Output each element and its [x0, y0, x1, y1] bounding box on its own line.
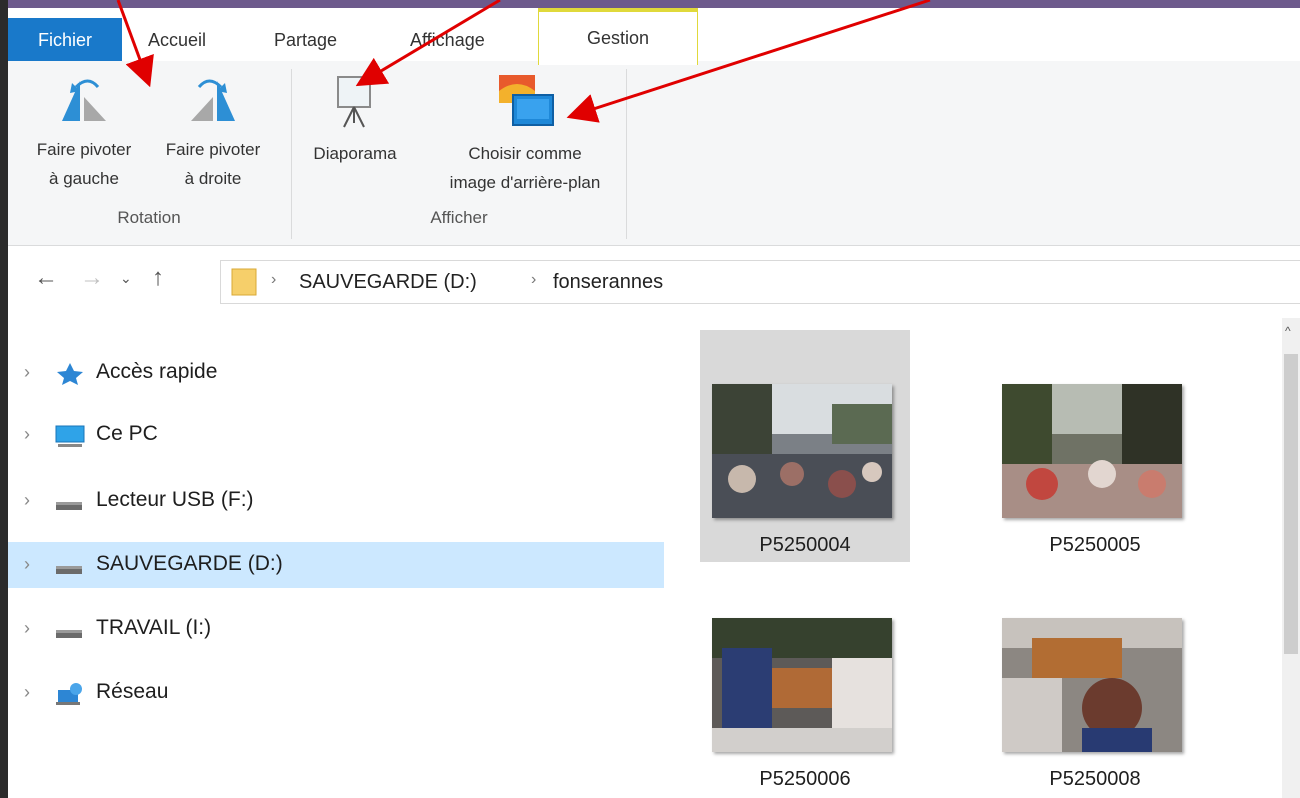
- nav-item-travail[interactable]: › TRAVAIL (I:): [8, 606, 664, 652]
- tab-share[interactable]: Partage: [274, 18, 337, 62]
- group-afficher: Diaporama Choisir comme image d'arrière-…: [292, 61, 626, 245]
- address-bar[interactable]: › SAUVEGARDE (D:) › fonserannes: [220, 260, 1300, 304]
- group-afficher-label: Afficher: [430, 208, 488, 227]
- tab-home[interactable]: Accueil: [148, 18, 206, 62]
- nav-item-quick-access[interactable]: › Accès rapide: [8, 350, 664, 396]
- up-icon[interactable]: ↑: [152, 264, 164, 292]
- photo-thumbnail: [1002, 384, 1182, 518]
- ribbon-panel: Faire pivoter à gauche Faire pivoter à d…: [8, 61, 1300, 246]
- photo-thumbnail: [1002, 618, 1182, 752]
- forward-icon[interactable]: →: [80, 264, 104, 292]
- drive-icon: [56, 630, 82, 638]
- breadcrumb-separator-icon: ›: [531, 271, 537, 288]
- title-strip: [8, 0, 1300, 8]
- explorer-window: Fichier Accueil Partage Affichage Gestio…: [8, 0, 1300, 798]
- wallpaper-icon: [499, 75, 554, 126]
- set-wallpaper-button[interactable]: Choisir comme image d'arrière-plan: [430, 73, 620, 197]
- expand-icon[interactable]: ›: [24, 554, 30, 575]
- drive-icon: [56, 502, 82, 510]
- file-tile[interactable]: P5250008: [990, 564, 1200, 796]
- breadcrumb-separator-icon: ›: [271, 271, 277, 288]
- expand-icon[interactable]: ›: [24, 424, 30, 445]
- recent-dropdown-icon[interactable]: ⌄: [120, 270, 132, 287]
- rotate-right-label-1: Faire pivoter: [165, 140, 261, 159]
- nav-label: Ce PC: [96, 422, 158, 445]
- navigation-pane: › Accès rapide › Ce PC › Lecteur USB (F:…: [8, 318, 666, 798]
- rotate-right-button[interactable]: Faire pivoter à droite: [148, 73, 278, 193]
- expand-icon[interactable]: ›: [24, 618, 30, 639]
- nav-label: SAUVEGARDE (D:): [96, 552, 283, 575]
- photo-thumbnail: [712, 618, 892, 752]
- rotate-right-label-2: à droite: [184, 169, 242, 188]
- expand-icon[interactable]: ›: [24, 362, 30, 383]
- nav-item-this-pc[interactable]: › Ce PC: [8, 412, 664, 458]
- network-icon: [56, 683, 82, 705]
- slideshow-label: Diaporama: [313, 144, 397, 163]
- slideshow-icon: [337, 76, 371, 128]
- file-name: P5250006: [759, 768, 851, 790]
- ribbon-tabs: Fichier Accueil Partage Affichage Gestio…: [8, 8, 1300, 69]
- file-name: P5250008: [1049, 768, 1141, 790]
- nav-item-network[interactable]: › Réseau: [8, 670, 664, 716]
- expand-icon[interactable]: ›: [24, 682, 30, 703]
- nav-label: Accès rapide: [96, 360, 218, 383]
- nav-item-usb-drive[interactable]: › Lecteur USB (F:): [8, 478, 664, 524]
- file-tile[interactable]: P5250004: [700, 330, 910, 562]
- group-rotation-label: Rotation: [117, 208, 181, 227]
- computer-icon: [55, 425, 85, 447]
- wallpaper-label-2: image d'arrière-plan: [449, 173, 601, 192]
- star-icon: [57, 363, 83, 385]
- rotate-left-button[interactable]: Faire pivoter à gauche: [20, 73, 148, 193]
- expand-icon[interactable]: ›: [24, 490, 30, 511]
- photo-thumbnail: [712, 384, 892, 518]
- back-icon[interactable]: ←: [34, 264, 58, 292]
- file-tile[interactable]: P5250005: [990, 330, 1200, 562]
- scrollbar-thumb[interactable]: [1284, 354, 1298, 654]
- file-list: P5250004 P5250005 P5250006 P5250008: [668, 318, 1282, 798]
- scroll-up-icon[interactable]: ^: [1285, 324, 1291, 338]
- slideshow-button[interactable]: Diaporama: [300, 73, 410, 168]
- file-name: P5250005: [1049, 534, 1141, 556]
- nav-label: TRAVAIL (I:): [96, 616, 212, 639]
- rotate-left-label-2: à gauche: [49, 169, 119, 188]
- nav-item-sauvegarde[interactable]: › SAUVEGARDE (D:): [8, 542, 664, 588]
- group-separator: [626, 69, 627, 239]
- folder-icon: [231, 268, 257, 296]
- nav-label: Lecteur USB (F:): [96, 488, 254, 511]
- nav-label: Réseau: [96, 680, 169, 703]
- rotate-left-icon: [62, 79, 106, 121]
- file-tile[interactable]: P5250006: [700, 564, 910, 796]
- tab-manage[interactable]: Gestion: [538, 8, 698, 65]
- tab-file[interactable]: Fichier: [8, 18, 122, 62]
- rotate-left-label-1: Faire pivoter: [36, 140, 132, 159]
- wallpaper-label-1: Choisir comme: [468, 144, 582, 163]
- rotate-right-icon: [191, 79, 235, 121]
- tab-view[interactable]: Affichage: [410, 18, 485, 62]
- breadcrumb-folder[interactable]: fonserannes: [553, 271, 663, 294]
- group-rotation: Faire pivoter à gauche Faire pivoter à d…: [8, 61, 290, 245]
- vertical-scrollbar[interactable]: ^: [1282, 318, 1300, 798]
- address-row: ← → ⌄ ↑ › SAUVEGARDE (D:) › fonserannes: [8, 246, 1300, 318]
- file-name: P5250004: [759, 534, 851, 556]
- drive-icon: [56, 566, 82, 574]
- breadcrumb-drive[interactable]: SAUVEGARDE (D:): [299, 271, 477, 294]
